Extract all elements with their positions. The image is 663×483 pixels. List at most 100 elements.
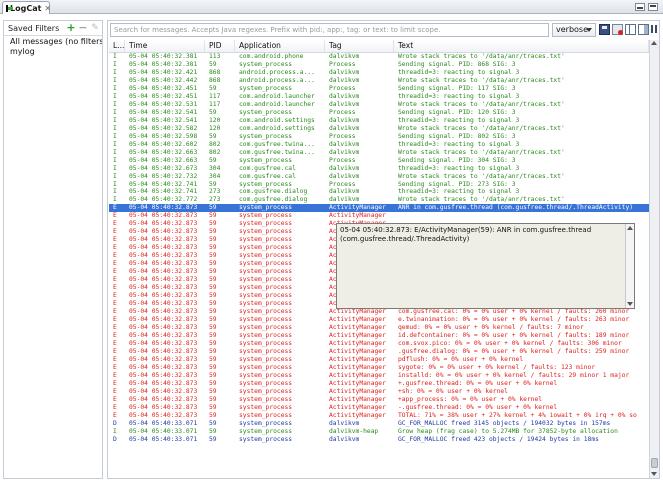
cell-pid: 120 bbox=[209, 124, 221, 132]
cell-time: 05-04 05:40:32.873 bbox=[129, 268, 198, 276]
table-row[interactable]: I 05-04 05:40:32.531 117 com.android.launch… bbox=[109, 101, 649, 109]
cell-time: 05-04 05:40:32.541 bbox=[129, 116, 198, 124]
cell-text: threadid=3: reacting to signal 3 bbox=[398, 92, 520, 100]
cell-application: system_process bbox=[239, 363, 293, 371]
cell-application: system_process bbox=[239, 156, 293, 164]
column-header-text[interactable]: Text bbox=[394, 40, 649, 52]
minimize-icon[interactable] bbox=[635, 3, 645, 11]
scroll-thumb[interactable] bbox=[651, 458, 658, 468]
cell-time: 05-04 05:40:32.673 bbox=[129, 164, 198, 172]
table-row[interactable]: I 05-04 05:40:32.772 273 com.gusfree.dialog… bbox=[109, 196, 649, 204]
table-row[interactable]: E 05-04 05:40:32.873 59 system_process Activ… bbox=[109, 404, 649, 412]
table-row[interactable]: I 05-04 05:40:32.451 117 com.android.launch… bbox=[109, 93, 649, 101]
saved-filters-header: Saved Filters + − ✎ bbox=[4, 21, 102, 35]
cell-pid: 868 bbox=[209, 76, 221, 84]
table-row[interactable]: E 05-04 05:40:32.873 59 system_process Activ… bbox=[109, 324, 649, 332]
table-row[interactable]: E 05-04 05:40:32.873 59 system_process Activ… bbox=[109, 388, 649, 396]
maximize-icon[interactable] bbox=[648, 3, 658, 11]
close-icon[interactable]: ✕ bbox=[44, 4, 51, 13]
column-header-level[interactable]: L... bbox=[109, 40, 125, 52]
scroll-up-icon[interactable] bbox=[627, 226, 633, 230]
cell-tag: ActivityManager bbox=[329, 363, 386, 371]
cell-tag: Process bbox=[329, 60, 356, 68]
table-row[interactable]: E 05-04 05:40:32.873 59 system_process Activ… bbox=[109, 212, 649, 220]
cell-level: E bbox=[113, 371, 117, 379]
pause-icon[interactable] bbox=[650, 24, 658, 35]
table-row[interactable]: I 05-04 05:40:32.663 59 system_process Proce… bbox=[109, 157, 649, 165]
table-row[interactable]: E 05-04 05:40:32.873 59 system_process Activ… bbox=[109, 308, 649, 316]
cell-text: Wrote stack traces to '/data/anr/traces.… bbox=[398, 124, 565, 132]
add-filter-icon[interactable]: + bbox=[66, 22, 76, 33]
remove-filter-icon[interactable]: − bbox=[78, 22, 88, 33]
saved-filters-title: Saved Filters bbox=[8, 23, 60, 33]
table-row[interactable]: I 05-04 05:40:32.421 868 android.process.a.… bbox=[109, 69, 649, 77]
vertical-split-icon[interactable] bbox=[625, 24, 636, 35]
cell-text: GC_FOR_MALLOC freed 423 objects / 19424 … bbox=[398, 435, 599, 443]
tooltip-scrollbar[interactable] bbox=[625, 224, 634, 308]
table-row[interactable]: E 05-04 05:40:32.873 59 system_process Activ… bbox=[109, 348, 649, 356]
log-scrollbar[interactable] bbox=[649, 40, 659, 478]
cell-pid: 59 bbox=[209, 156, 217, 164]
column-header-application[interactable]: Application bbox=[235, 40, 325, 52]
table-row[interactable]: I 05-04 05:40:33.071 59 system_process dalvi… bbox=[109, 428, 649, 436]
table-row[interactable]: I 05-04 05:40:32.741 59 system_process Proce… bbox=[109, 181, 649, 189]
cell-level: E bbox=[113, 252, 117, 260]
table-row[interactable]: E 05-04 05:40:32.873 59 system_process Activ… bbox=[109, 340, 649, 348]
table-row[interactable]: D 05-04 05:40:33.071 59 system_process dalvi… bbox=[109, 420, 649, 428]
cell-text: +sh: 0% = 0% user + 0% kernel bbox=[398, 387, 508, 395]
horizontal-split-icon[interactable] bbox=[638, 24, 649, 35]
table-row[interactable]: I 05-04 05:40:32.741 273 com.gusfree.dialog… bbox=[109, 188, 649, 196]
table-row[interactable]: E 05-04 05:40:32.873 59 system_process Activ… bbox=[109, 396, 649, 404]
table-row[interactable]: I 05-04 05:40:32.541 59 system_process Proce… bbox=[109, 109, 649, 117]
cell-application: android.process.a... bbox=[239, 68, 315, 76]
table-row[interactable]: I 05-04 05:40:32.673 304 com.gusfree.cal dal… bbox=[109, 165, 649, 173]
table-row[interactable]: E 05-04 05:40:32.873 59 system_process Activ… bbox=[109, 372, 649, 380]
table-row[interactable]: I 05-04 05:40:32.442 868 android.process.a.… bbox=[109, 77, 649, 85]
cell-application: system_process bbox=[239, 204, 293, 212]
filter-item-mylog[interactable]: mylog bbox=[4, 47, 102, 57]
log-level-select[interactable]: verbose bbox=[552, 23, 596, 37]
cell-application: com.gusfree.cal bbox=[239, 172, 296, 180]
table-row[interactable]: I 05-04 05:40:32.663 802 com.gusfree.twina.… bbox=[109, 149, 649, 157]
scroll-down-icon[interactable] bbox=[627, 302, 633, 306]
table-row[interactable]: I 05-04 05:40:32.582 120 com.android.settin… bbox=[109, 125, 649, 133]
table-row[interactable]: E 05-04 05:40:32.873 59 system_process Activ… bbox=[109, 332, 649, 340]
table-row[interactable]: I 05-04 05:40:32.381 59 system_process Proce… bbox=[109, 61, 649, 69]
cell-time: 05-04 05:40:32.451 bbox=[129, 92, 198, 100]
table-row[interactable]: E 05-04 05:40:32.873 59 system_process Activ… bbox=[109, 356, 649, 364]
scroll-down-icon[interactable] bbox=[651, 472, 657, 476]
chevron-down-icon bbox=[586, 28, 592, 32]
cell-pid: 59 bbox=[209, 379, 217, 387]
scroll-up-icon[interactable] bbox=[651, 41, 657, 45]
search-input[interactable] bbox=[110, 23, 549, 37]
logcat-view-tab[interactable]: LogCat ✕ bbox=[2, 1, 51, 14]
table-row[interactable]: E 05-04 05:40:32.873 59 system_process Activ… bbox=[109, 364, 649, 372]
edit-filter-icon[interactable]: ✎ bbox=[90, 23, 100, 33]
save-icon[interactable] bbox=[599, 24, 610, 35]
column-header-time[interactable]: Time bbox=[125, 40, 205, 52]
table-row[interactable]: D 05-04 05:40:33.071 59 system_process dalvi… bbox=[109, 436, 649, 444]
table-row[interactable]: E 05-04 05:40:32.873 59 system_process Activ… bbox=[109, 412, 649, 420]
cell-time: 05-04 05:40:32.772 bbox=[129, 196, 198, 204]
table-row[interactable]: I 05-04 05:40:32.732 304 com.gusfree.cal dal… bbox=[109, 173, 649, 181]
table-row[interactable]: I 05-04 05:40:32.541 120 com.android.settin… bbox=[109, 117, 649, 125]
table-row[interactable]: E 05-04 05:40:32.873 59 system_process Activ… bbox=[109, 380, 649, 388]
table-row[interactable]: I 05-04 05:40:32.598 59 system_process Proce… bbox=[109, 133, 649, 141]
cell-pid: 59 bbox=[209, 331, 217, 339]
cell-level: I bbox=[113, 140, 117, 148]
cell-time: 05-04 05:40:32.873 bbox=[129, 411, 198, 419]
table-row[interactable]: E 05-04 05:40:32.873 59 system_process Activ… bbox=[109, 316, 649, 324]
filter-item-all[interactable]: All messages (no filters) bbox=[4, 37, 102, 47]
cell-level: I bbox=[113, 188, 117, 196]
cell-pid: 113 bbox=[209, 53, 221, 60]
column-header-tag[interactable]: Tag bbox=[325, 40, 394, 52]
table-row[interactable]: I 05-04 05:40:32.451 59 system_process Proce… bbox=[109, 85, 649, 93]
cell-application: system_process bbox=[239, 132, 293, 140]
cell-text: threadid=3: reacting to signal 3 bbox=[398, 140, 520, 148]
table-row[interactable]: I 05-04 05:40:32.381 113 com.android.phone d… bbox=[109, 53, 649, 61]
table-row-selected[interactable]: E 05-04 05:40:32.873 59 system_process Activ… bbox=[109, 204, 649, 213]
column-header-pid[interactable]: PID bbox=[205, 40, 235, 52]
table-row[interactable]: I 05-04 05:40:32.602 802 com.gusfree.twina.… bbox=[109, 141, 649, 149]
clear-log-icon[interactable] bbox=[612, 24, 623, 35]
cell-tag: ActivityManager bbox=[329, 347, 386, 355]
